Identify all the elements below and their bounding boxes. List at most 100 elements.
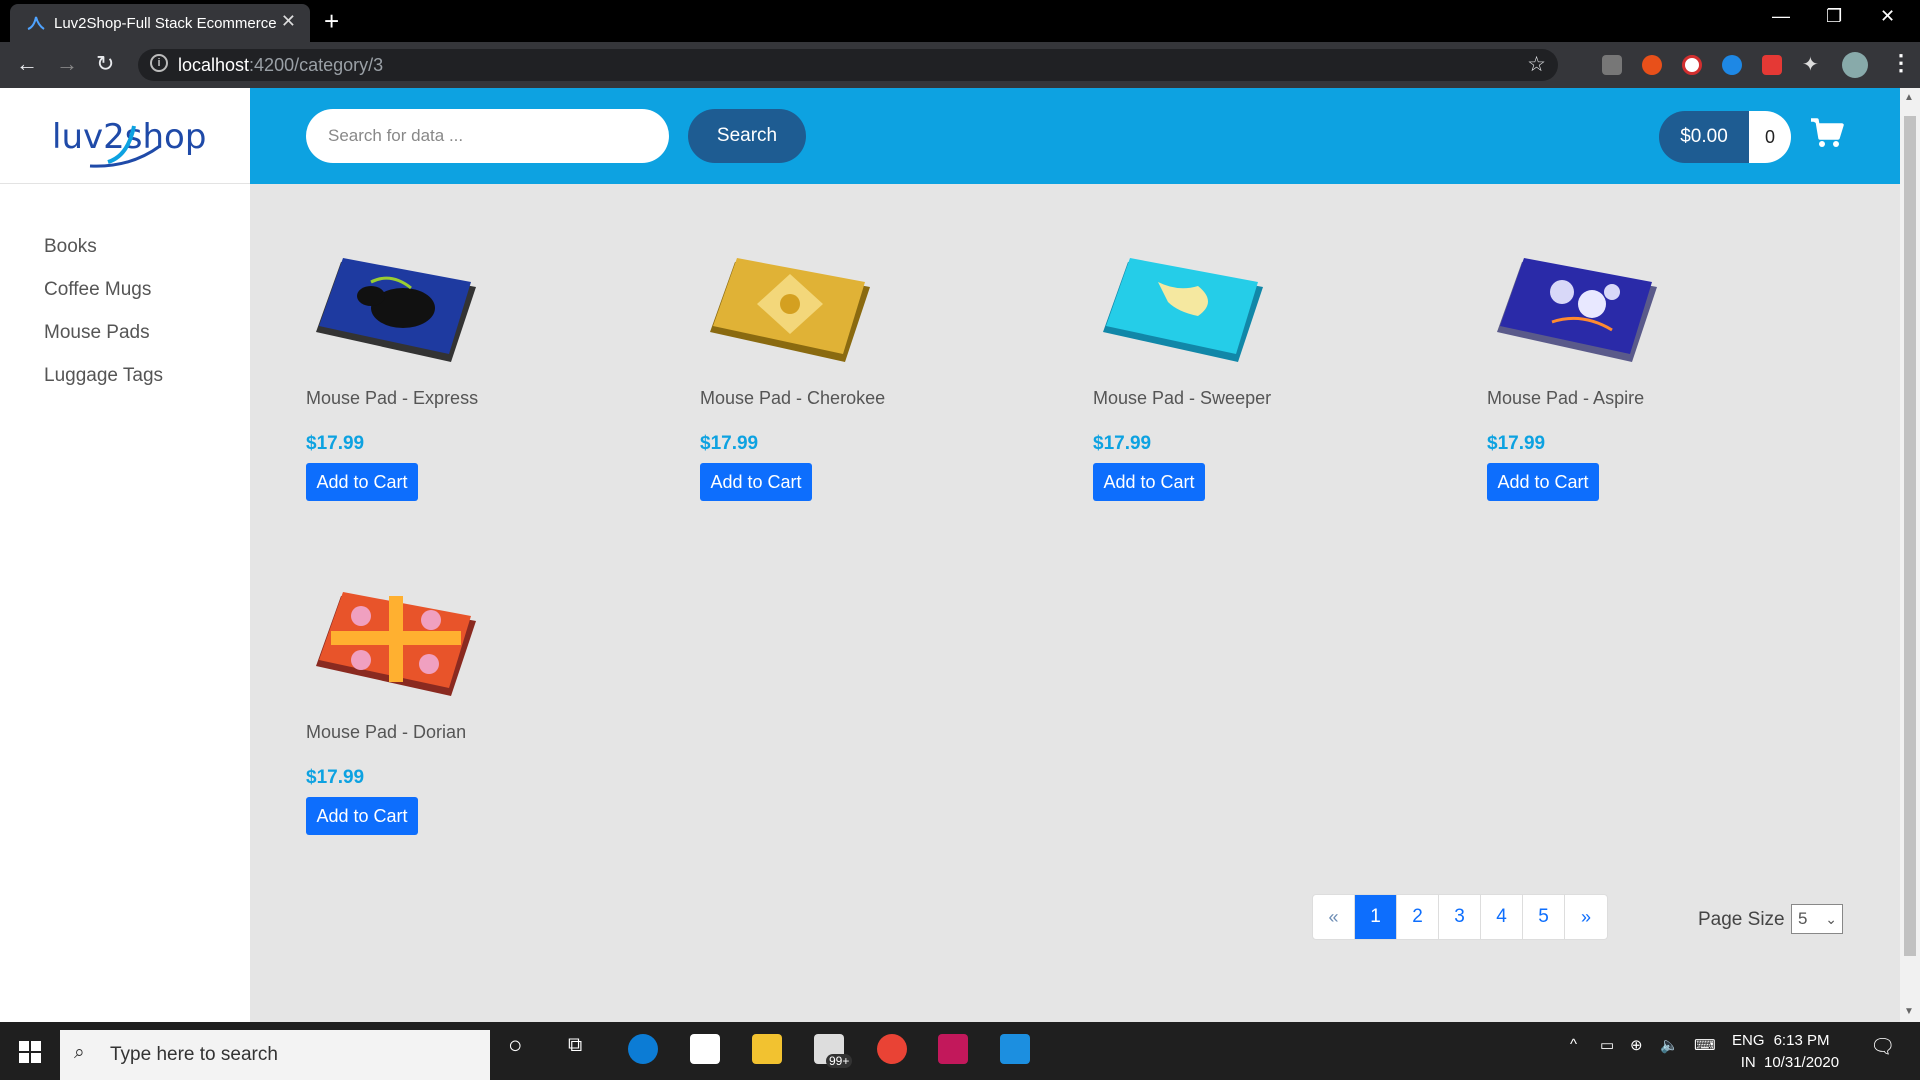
- task-view-icon[interactable]: ⧉: [568, 1034, 582, 1057]
- page-size-label: Page Size: [1698, 909, 1785, 930]
- notification-badge: 99+: [826, 1054, 853, 1068]
- product-card: Mouse Pad - Express $17.99 Add to Cart: [306, 252, 626, 501]
- category-mouse-pads[interactable]: Mouse Pads: [44, 322, 163, 365]
- network-icon[interactable]: ⊕: [1630, 1036, 1643, 1054]
- product-card: Mouse Pad - Cherokee $17.99 Add to Cart: [700, 252, 1020, 501]
- pagination-next[interactable]: »: [1565, 895, 1607, 939]
- search-input[interactable]: [306, 109, 669, 163]
- browser-menu-icon[interactable]: ⋮: [1890, 50, 1912, 76]
- sidebar: luv2shop Books Coffee Mugs Mouse Pads Lu…: [0, 88, 250, 1022]
- scroll-down-icon[interactable]: ▼: [1904, 1006, 1914, 1017]
- extension-icon[interactable]: [1682, 55, 1702, 75]
- taskbar: ⌕ Type here to search ○ ⧉ 99+ ^ ▭ ⊕ 🔈 ⌨ …: [0, 1022, 1920, 1080]
- pagination-page-4[interactable]: 4: [1481, 895, 1523, 939]
- extension-icon[interactable]: [1722, 55, 1742, 75]
- shopping-cart-icon[interactable]: [1810, 118, 1844, 148]
- browser-tab[interactable]: Luv2Shop-Full Stack Ecommerce ✕: [10, 4, 310, 42]
- logo-area: luv2shop: [0, 88, 250, 184]
- search-icon: ⌕: [74, 1042, 85, 1063]
- site-info-icon[interactable]: i: [150, 54, 168, 72]
- add-to-cart-button[interactable]: Add to Cart: [700, 463, 812, 501]
- bookmark-star-icon[interactable]: ☆: [1527, 52, 1546, 77]
- search-button[interactable]: Search: [688, 109, 806, 163]
- clock[interactable]: 6:13 PM 10/31/2020: [1764, 1030, 1839, 1074]
- product-image[interactable]: [311, 586, 481, 706]
- pagination: « 1 2 3 4 5 »: [1312, 894, 1608, 940]
- back-icon[interactable]: ←: [16, 51, 38, 77]
- product-price: $17.99: [1093, 433, 1152, 454]
- product-image[interactable]: [1492, 252, 1662, 372]
- store-icon[interactable]: [690, 1034, 720, 1064]
- product-image[interactable]: [311, 252, 481, 372]
- add-to-cart-button[interactable]: Add to Cart: [1487, 463, 1599, 501]
- avatar[interactable]: [1842, 52, 1868, 78]
- pagination-page-2[interactable]: 2: [1397, 895, 1439, 939]
- minimize-icon[interactable]: —: [1772, 6, 1790, 27]
- header: Search $0.00 0: [250, 88, 1900, 184]
- file-explorer-icon[interactable]: [752, 1034, 782, 1064]
- product-image[interactable]: [1098, 252, 1268, 372]
- address-bar[interactable]: i localhost:4200/category/3 ☆: [138, 49, 1558, 81]
- browser-toolbar: ← → ↻ i localhost:4200/category/3 ☆ ✦ ⋮: [0, 42, 1920, 88]
- extension-icon[interactable]: [1602, 55, 1622, 75]
- tray-overflow-icon[interactable]: ^: [1570, 1036, 1577, 1053]
- extension-icon[interactable]: [1762, 55, 1782, 75]
- forward-icon[interactable]: →: [56, 51, 78, 77]
- category-books[interactable]: Books: [44, 236, 163, 279]
- extension-icon[interactable]: [1642, 55, 1662, 75]
- tab-title: Luv2Shop-Full Stack Ecommerce: [54, 15, 277, 32]
- scrollbar-thumb[interactable]: [1904, 116, 1916, 956]
- cart-quantity[interactable]: 0: [1749, 111, 1791, 163]
- pagination-page-5[interactable]: 5: [1523, 895, 1565, 939]
- tab-close-icon[interactable]: ✕: [281, 11, 296, 32]
- battery-icon[interactable]: ▭: [1600, 1036, 1614, 1054]
- add-to-cart-button[interactable]: Add to Cart: [1093, 463, 1205, 501]
- intellij-icon[interactable]: [938, 1034, 968, 1064]
- clock-date: 10/31/2020: [1764, 1054, 1840, 1071]
- product-image[interactable]: [705, 252, 875, 372]
- product-price: $17.99: [306, 433, 365, 454]
- add-to-cart-button[interactable]: Add to Cart: [306, 797, 418, 835]
- edge-icon[interactable]: [628, 1034, 658, 1064]
- category-coffee-mugs[interactable]: Coffee Mugs: [44, 279, 163, 322]
- volume-icon[interactable]: 🔈: [1660, 1036, 1679, 1054]
- product-name[interactable]: Mouse Pad - Aspire: [1487, 388, 1644, 409]
- pagination-page-3[interactable]: 3: [1439, 895, 1481, 939]
- windows-start-icon[interactable]: [19, 1041, 41, 1063]
- chevron-down-icon: ⌄: [1825, 911, 1837, 927]
- url-text: localhost:4200/category/3: [178, 55, 384, 75]
- clock-time: 6:13 PM: [1773, 1032, 1830, 1049]
- new-tab-icon[interactable]: +: [324, 6, 339, 37]
- pagination-page-1[interactable]: 1: [1355, 895, 1397, 939]
- taskbar-search-placeholder: Type here to search: [110, 1044, 278, 1065]
- logo[interactable]: luv2shop: [50, 106, 210, 176]
- cortana-icon[interactable]: ○: [508, 1032, 523, 1060]
- product-name[interactable]: Mouse Pad - Sweeper: [1093, 388, 1271, 409]
- pagination-prev[interactable]: «: [1313, 895, 1355, 939]
- language-indicator[interactable]: ENG IN: [1732, 1030, 1765, 1074]
- add-to-cart-button[interactable]: Add to Cart: [306, 463, 418, 501]
- puzzle-icon[interactable]: ✦: [1802, 55, 1822, 75]
- keyboard-icon[interactable]: ⌨: [1694, 1036, 1716, 1054]
- page-size-select[interactable]: 5 ⌄: [1791, 904, 1843, 934]
- scroll-up-icon[interactable]: ▲: [1904, 92, 1914, 103]
- product-price: $17.99: [700, 433, 759, 454]
- category-luggage-tags[interactable]: Luggage Tags: [44, 365, 163, 408]
- reload-icon[interactable]: ↻: [96, 51, 114, 77]
- vscode-icon[interactable]: [1000, 1034, 1030, 1064]
- taskbar-search[interactable]: ⌕ Type here to search: [60, 1030, 490, 1080]
- notifications-icon[interactable]: 🗨: [1870, 1034, 1895, 1059]
- product-price: $17.99: [1487, 433, 1546, 454]
- product-name[interactable]: Mouse Pad - Express: [306, 388, 478, 409]
- product-card: Mouse Pad - Aspire $17.99 Add to Cart: [1487, 252, 1807, 501]
- page-size-value: 5: [1798, 909, 1808, 928]
- product-name[interactable]: Mouse Pad - Cherokee: [700, 388, 885, 409]
- product-name[interactable]: Mouse Pad - Dorian: [306, 722, 466, 743]
- browser-tab-strip: Luv2Shop-Full Stack Ecommerce ✕ + — ❐ ✕: [0, 0, 1920, 42]
- cart-total[interactable]: $0.00: [1659, 111, 1749, 163]
- scrollbar[interactable]: ▲ ▼: [1900, 88, 1920, 1022]
- chrome-icon[interactable]: [877, 1034, 907, 1064]
- product-card: Mouse Pad - Dorian $17.99 Add to Cart: [306, 586, 626, 835]
- close-window-icon[interactable]: ✕: [1880, 6, 1895, 27]
- restore-icon[interactable]: ❐: [1826, 6, 1842, 27]
